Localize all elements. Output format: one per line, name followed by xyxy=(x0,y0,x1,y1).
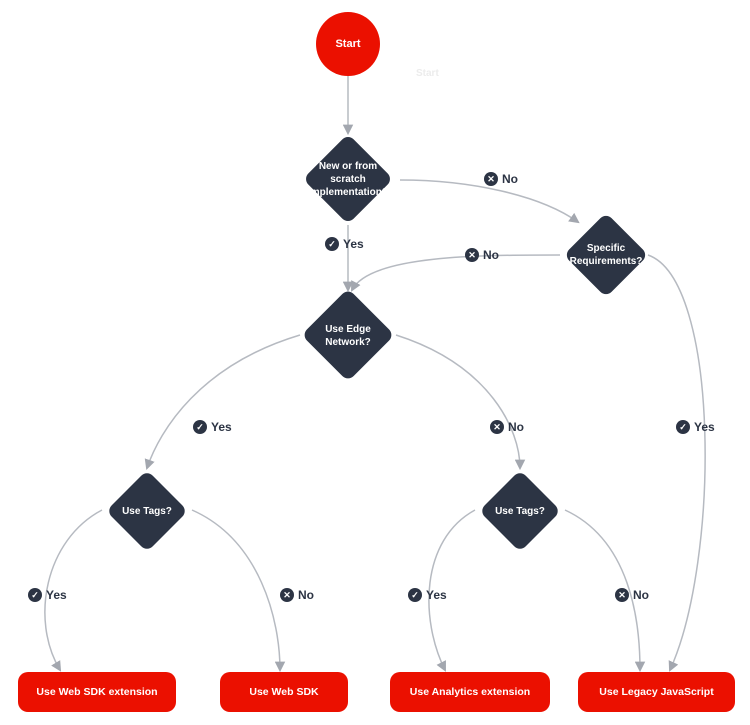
terminal-web-sdk: Use Web SDK xyxy=(220,672,348,712)
decision-label: Use Tags? xyxy=(122,505,172,518)
edge-label-text: Yes xyxy=(694,420,715,434)
decision-use-tags-right: Use Tags? xyxy=(473,468,567,554)
edge-label-spec-yes: ✓ Yes xyxy=(676,420,715,434)
check-icon: ✓ xyxy=(193,420,207,434)
decision-new-implementation: New or from scratch implementation? xyxy=(296,133,400,225)
edge-label-text: Yes xyxy=(343,237,364,251)
edge-label-text: Yes xyxy=(426,588,447,602)
edge-label-tags-r-no: ✕ No xyxy=(615,588,649,602)
start-label: Start xyxy=(335,38,360,50)
terminal-legacy-javascript: Use Legacy JavaScript xyxy=(578,672,735,712)
edge-label-text: Yes xyxy=(46,588,67,602)
edge-label-text: No xyxy=(633,588,649,602)
check-icon: ✓ xyxy=(676,420,690,434)
decision-label: New or from scratch implementation? xyxy=(301,160,396,199)
check-icon: ✓ xyxy=(408,588,422,602)
terminal-label: Use Web SDK extension xyxy=(36,686,157,698)
edge-label-edge-no: ✕ No xyxy=(490,420,524,434)
edge-label-tags-r-yes: ✓ Yes xyxy=(408,588,447,602)
terminal-analytics-extension: Use Analytics extension xyxy=(390,672,550,712)
edge-label-tags-l-no: ✕ No xyxy=(280,588,314,602)
edge-label-text: No xyxy=(483,248,499,262)
decision-label: Specific Requirements? xyxy=(561,242,651,268)
decision-label: Use Tags? xyxy=(495,505,545,518)
edge-label-text: No xyxy=(502,172,518,186)
edge-label-q1-yes: ✓ Yes xyxy=(325,237,364,251)
start-node: Start xyxy=(316,12,380,76)
terminal-label: Use Legacy JavaScript xyxy=(599,686,713,698)
x-icon: ✕ xyxy=(615,588,629,602)
decision-use-tags-left: Use Tags? xyxy=(100,468,194,554)
edge-label-text: No xyxy=(508,420,524,434)
terminal-label: Use Web SDK xyxy=(249,686,318,698)
edge-label-q1-no: ✕ No xyxy=(484,172,518,186)
edge-label-text: No xyxy=(298,588,314,602)
decision-specific-requirements: Specific Requirements? xyxy=(558,215,654,295)
ghost-label: Start xyxy=(416,68,439,79)
edge-label-tags-l-yes: ✓ Yes xyxy=(28,588,67,602)
decision-use-edge-network: Use Edge Network? xyxy=(296,288,400,384)
check-icon: ✓ xyxy=(28,588,42,602)
terminal-web-sdk-extension: Use Web SDK extension xyxy=(18,672,176,712)
edge-label-edge-yes: ✓ Yes xyxy=(193,420,232,434)
x-icon: ✕ xyxy=(280,588,294,602)
decision-label: Use Edge Network? xyxy=(318,323,378,349)
edge-label-text: Yes xyxy=(211,420,232,434)
terminal-label: Use Analytics extension xyxy=(410,686,530,698)
edge-label-spec-no: ✕ No xyxy=(465,248,499,262)
x-icon: ✕ xyxy=(490,420,504,434)
check-icon: ✓ xyxy=(325,237,339,251)
x-icon: ✕ xyxy=(484,172,498,186)
x-icon: ✕ xyxy=(465,248,479,262)
